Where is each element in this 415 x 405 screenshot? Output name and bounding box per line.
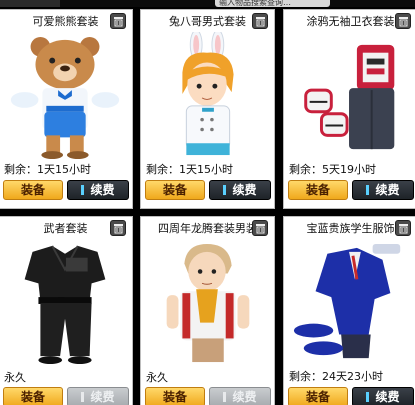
hoodie-outfit-image — [288, 32, 413, 160]
remaining-label: 剩余： — [146, 163, 179, 176]
renew-label: 续费 — [232, 390, 257, 404]
trash-icon[interactable] — [110, 220, 126, 236]
dragon-outfit-image — [145, 239, 270, 367]
equip-button[interactable]: 装备 — [3, 387, 63, 405]
remaining-time: 永久 — [4, 369, 26, 385]
top-bar: 输入物品搜索查询… — [0, 0, 415, 7]
renew-button: 续费 — [67, 387, 129, 405]
renew-label: 续费 — [232, 183, 257, 197]
item-card-bunny-male[interactable]: 兔八哥男式套装 剩余：1天15小时 装备 续费 — [140, 9, 275, 209]
item-card-sapphire-student[interactable]: 宝蓝贵族学生服饰 剩余：24天23小时 装备 续费 — [283, 216, 415, 405]
trash-icon[interactable] — [252, 13, 268, 29]
remaining-label: 剩余： — [289, 163, 322, 176]
equip-button[interactable]: 装备 — [288, 387, 348, 405]
trash-icon[interactable] — [395, 220, 411, 236]
remaining-time: 剩余：1天15小时 — [146, 161, 233, 177]
remaining-value: 5天19小时 — [322, 163, 376, 176]
equip-button[interactable]: 装备 — [145, 180, 205, 200]
equip-button[interactable]: 装备 — [145, 387, 205, 405]
item-card-anniversary-dragon[interactable]: 四周年龙腾套装男装 永久 装备 续费 — [140, 216, 275, 405]
renew-label: 续费 — [90, 390, 115, 404]
remaining-label: 剩余： — [4, 163, 37, 176]
renew-button[interactable]: 续费 — [352, 387, 414, 405]
warrior-outfit-image — [3, 239, 128, 367]
item-card-cute-bear[interactable]: 可爱熊熊套装 剩余：1天15小时 装备 续费 — [0, 9, 133, 209]
remaining-value: 1天15小时 — [179, 163, 233, 176]
renew-button[interactable]: 续费 — [67, 180, 129, 200]
remaining-value: 24天23小时 — [322, 370, 383, 383]
bunny-outfit-image — [145, 29, 270, 160]
renew-label: 续费 — [375, 183, 400, 197]
renew-label: 续费 — [375, 390, 400, 404]
remaining-value: 永久 — [4, 371, 26, 384]
bear-outfit-image — [3, 32, 128, 160]
trash-icon[interactable] — [252, 220, 268, 236]
renew-button[interactable]: 续费 — [352, 180, 414, 200]
remaining-label: 剩余： — [289, 370, 322, 383]
remaining-time: 剩余：1天15小时 — [4, 161, 91, 177]
trash-icon[interactable] — [110, 13, 126, 29]
renew-button: 续费 — [209, 387, 271, 405]
remaining-value: 永久 — [146, 371, 168, 384]
student-outfit-image — [288, 239, 413, 367]
remaining-time: 永久 — [146, 369, 168, 385]
equip-button[interactable]: 装备 — [288, 180, 348, 200]
renew-label: 续费 — [90, 183, 115, 197]
item-card-warrior[interactable]: 武者套装 永久 装备 续费 — [0, 216, 133, 405]
top-bar-left — [0, 0, 60, 7]
remaining-time: 剩余：5天19小时 — [289, 161, 376, 177]
renew-button[interactable]: 续费 — [209, 180, 271, 200]
remaining-time: 剩余：24天23小时 — [289, 368, 383, 384]
equip-button[interactable]: 装备 — [3, 180, 63, 200]
remaining-value: 1天15小时 — [37, 163, 91, 176]
trash-icon[interactable] — [395, 13, 411, 29]
search-input[interactable]: 输入物品搜索查询… — [215, 0, 330, 7]
item-card-graffiti-hoodie[interactable]: 涂鸦无袖卫衣套装 剩余：5天19小时 装备 续费 — [283, 9, 415, 209]
